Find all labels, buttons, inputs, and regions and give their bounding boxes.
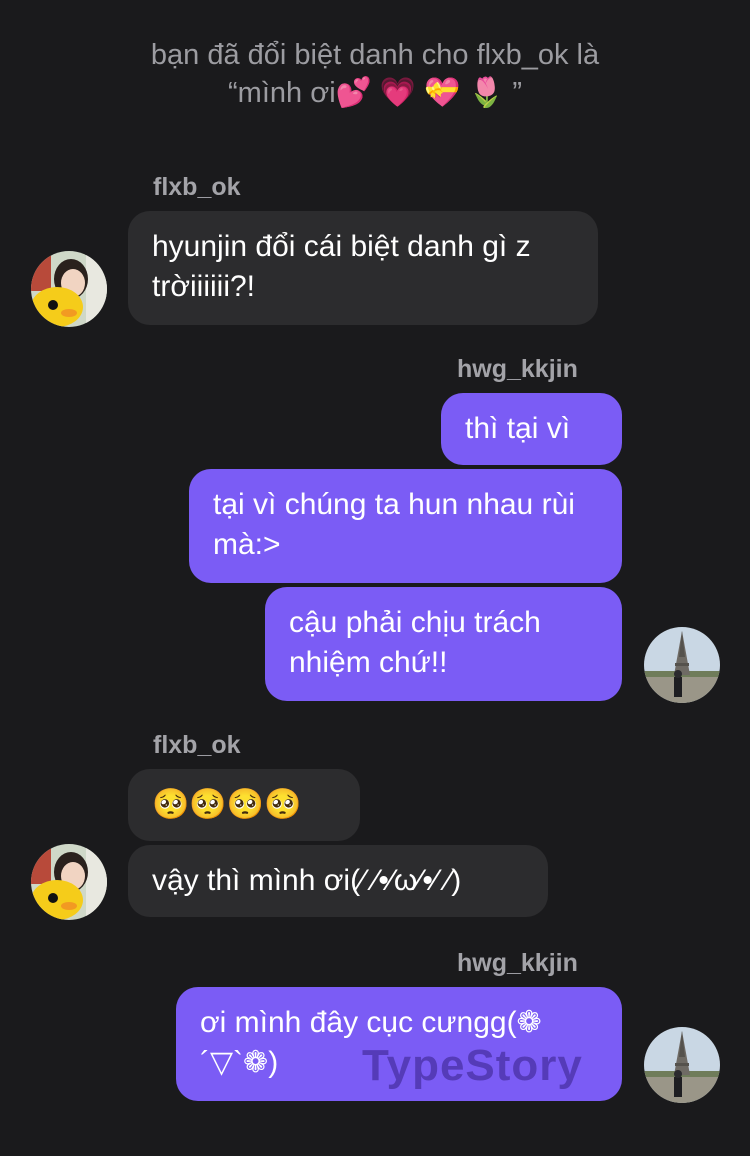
sender-name-flxb-ok: flxb_ok: [153, 731, 241, 759]
message-bubble-outgoing[interactable]: thì tại vì: [441, 393, 622, 465]
avatar-flxb-ok[interactable]: [31, 251, 107, 327]
avatar-photo-icon: [31, 251, 107, 327]
avatar-flxb-ok[interactable]: [31, 844, 107, 920]
message-bubble-outgoing[interactable]: cậu phải chịu trách nhiệm chứ!!: [265, 587, 622, 701]
message-bubble-outgoing[interactable]: ơi mình đây cục cưngg(❁´▽`❁): [176, 987, 622, 1101]
avatar-hwg-kkjin[interactable]: [644, 1027, 720, 1103]
nickname-change-notice: bạn đã đổi biệt danh cho flxb_ok là “mìn…: [0, 36, 750, 112]
notice-line-1: bạn đã đổi biệt danh cho flxb_ok là: [150, 39, 600, 71]
sender-name-flxb-ok: flxb_ok: [153, 173, 241, 201]
avatar-photo-icon: [644, 1027, 720, 1103]
message-bubble-incoming[interactable]: vậy thì mình ơi(⁄ ⁄•⁄ω⁄•⁄ ⁄): [128, 845, 548, 917]
sender-name-hwg-kkjin: hwg_kkjin: [457, 949, 578, 977]
avatar-hwg-kkjin[interactable]: [644, 627, 720, 703]
message-bubble-incoming[interactable]: 🥺🥺🥺🥺: [128, 769, 360, 841]
message-bubble-incoming[interactable]: hyunjin đổi cái biệt danh gì z trờiiiiii…: [128, 211, 598, 325]
avatar-photo-icon: [31, 844, 107, 920]
message-bubble-outgoing[interactable]: tại vì chúng ta hun nhau rùi mà:>: [189, 469, 622, 583]
notice-line-2: “mình ơi💕 💗 💝 🌷 ”: [228, 77, 522, 109]
avatar-photo-icon: [644, 627, 720, 703]
sender-name-hwg-kkjin: hwg_kkjin: [457, 355, 578, 383]
